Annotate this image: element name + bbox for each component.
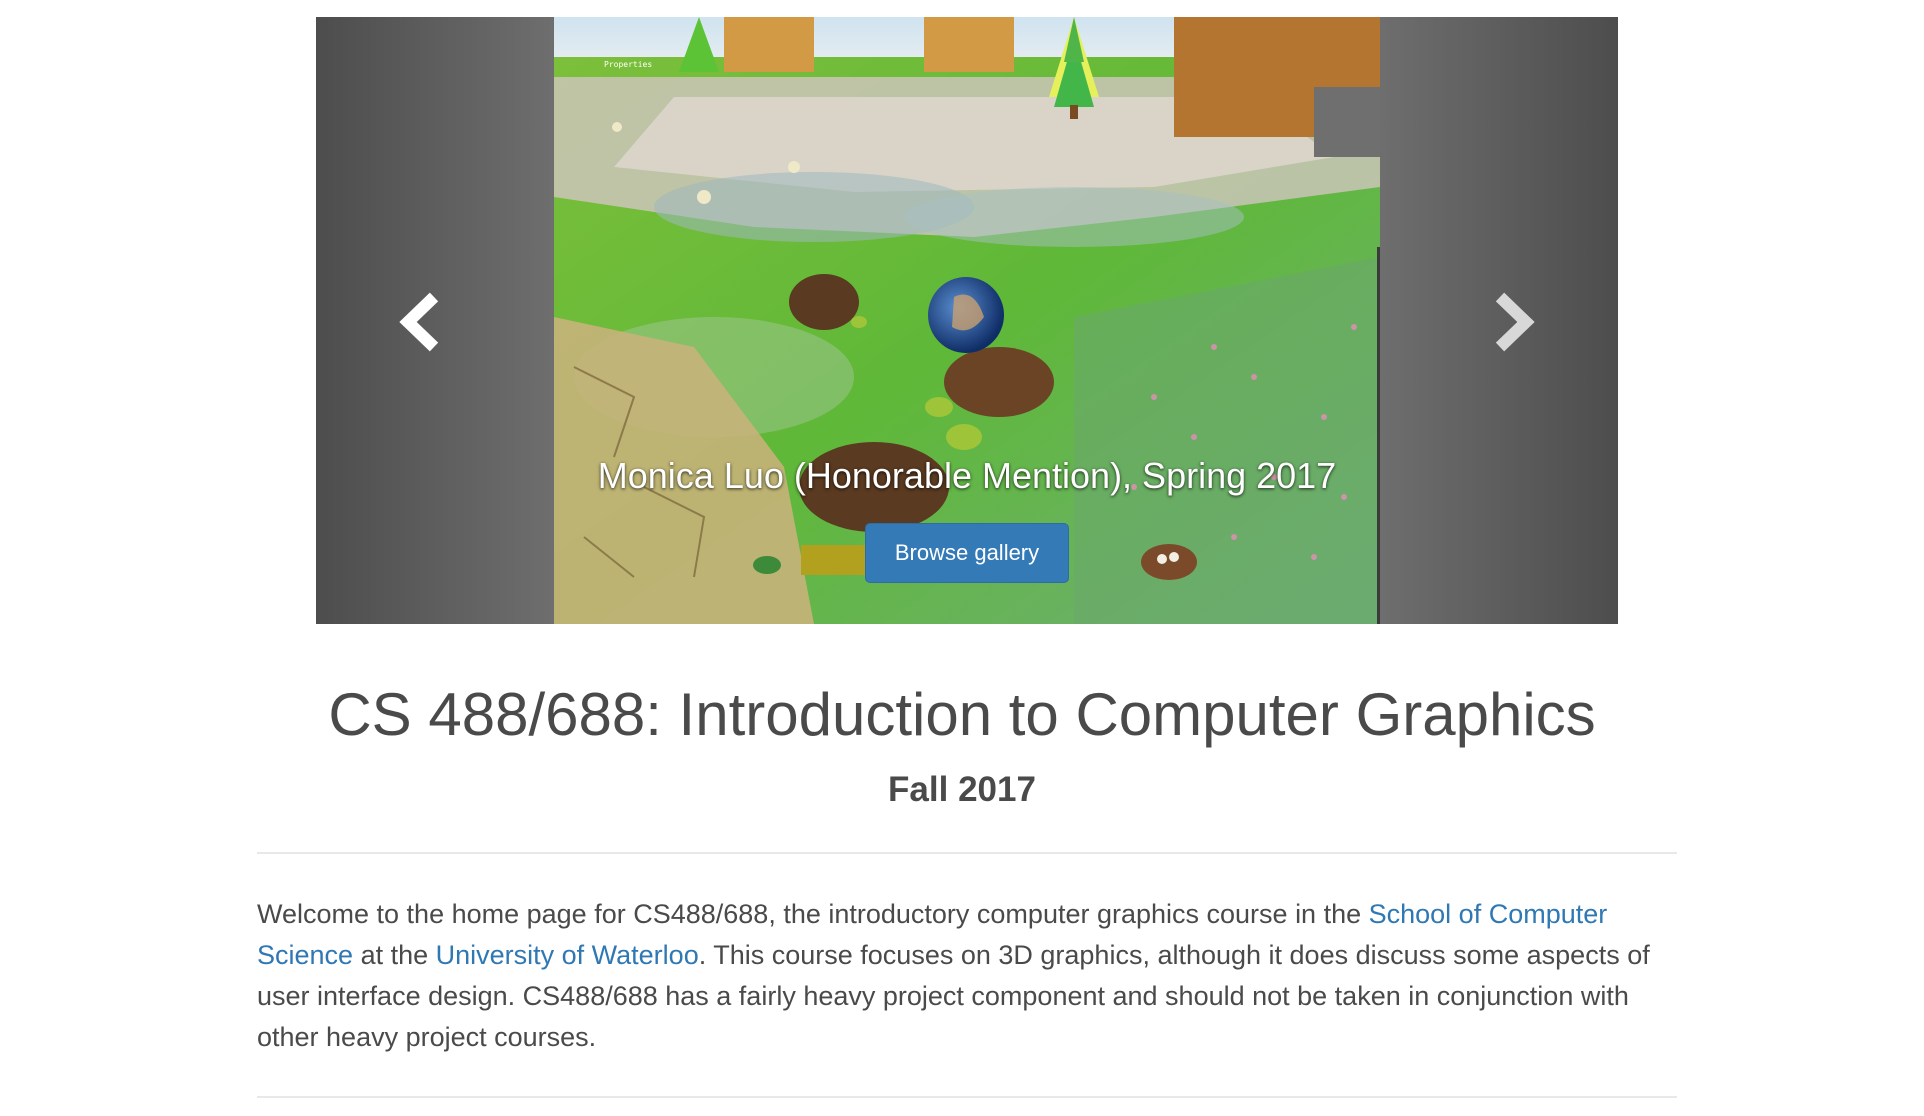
carousel-caption: Monica Luo (Honorable Mention), Spring 2… [597, 455, 1337, 496]
intro-text-1: Welcome to the home page for CS488/688, … [257, 899, 1369, 929]
chevron-right-icon [1495, 292, 1535, 352]
page-subtitle: Fall 2017 [888, 770, 1036, 809]
divider [257, 1096, 1677, 1098]
chevron-left-icon [399, 292, 439, 352]
university-of-waterloo-link[interactable]: University of Waterloo [436, 940, 699, 970]
divider [257, 852, 1677, 854]
browse-gallery-button[interactable]: Browse gallery [865, 523, 1069, 583]
intro-paragraph: Welcome to the home page for CS488/688, … [257, 894, 1677, 1058]
page-title: CS 488/688: Introduction to Computer Gra… [328, 681, 1596, 748]
overlay-properties-label: Properties [604, 60, 652, 69]
image-carousel[interactable]: Properties Monica Luo (Honorable Mention… [316, 17, 1618, 624]
carousel-next-button[interactable] [1478, 287, 1548, 357]
carousel-prev-button[interactable] [386, 287, 456, 357]
intro-text-2: at the [353, 940, 436, 970]
